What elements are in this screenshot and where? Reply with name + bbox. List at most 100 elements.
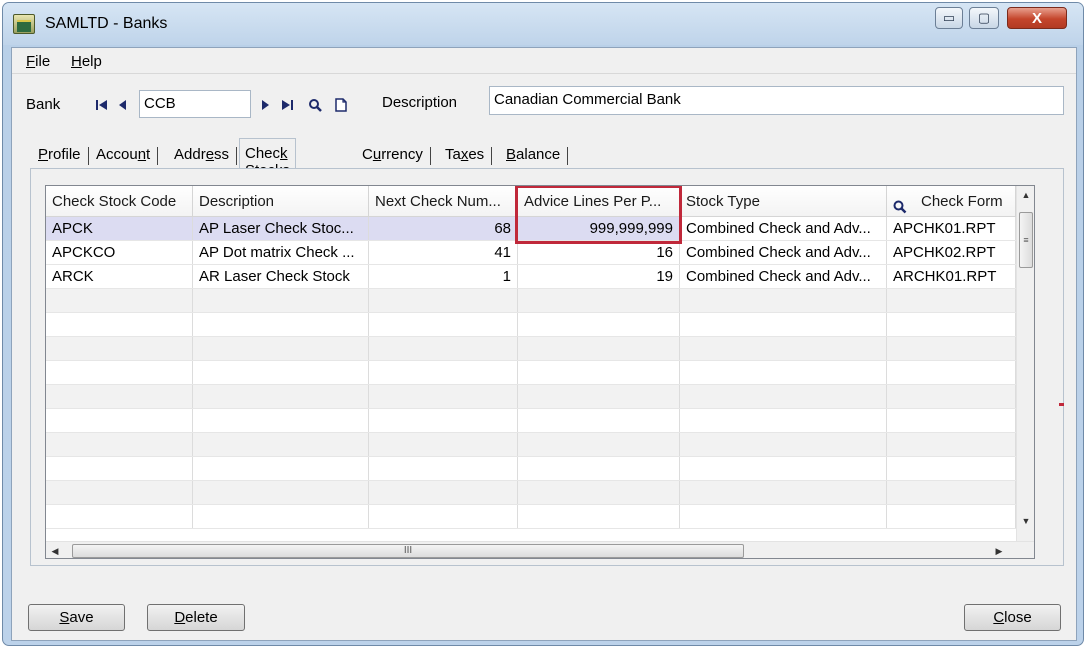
tab-account-post: t [146, 146, 151, 163]
cell-next-check-number[interactable]: 41 [369, 241, 518, 264]
table-row[interactable]: APCKCO AP Dot matrix Check ... 41 16 Com… [46, 241, 1016, 265]
save-accel: S [59, 609, 70, 626]
cell-stock-type[interactable]: Combined Check and Adv... [680, 217, 887, 240]
tab-currency[interactable]: Currency [356, 142, 431, 168]
column-header-next-check-number[interactable]: Next Check Num... [369, 186, 518, 216]
tab-address-accel: e [205, 146, 215, 163]
menu-file-accel: F [26, 53, 36, 70]
empty-row[interactable] [46, 505, 1016, 529]
cell-code[interactable]: APCK [46, 217, 193, 240]
scroll-left-icon[interactable]: ◀ [46, 542, 64, 558]
cell-stock-type[interactable]: Combined Check and Adv... [680, 241, 887, 264]
empty-row[interactable] [46, 361, 1016, 385]
tab-taxes-post: es [468, 146, 485, 163]
scroll-right-icon[interactable]: ▶ [990, 542, 1008, 558]
banks-window: SAMLTD - Banks ▭ ▢ X File Help Bank CCB … [2, 2, 1084, 646]
close-window-button[interactable]: X [1007, 7, 1067, 29]
tab-account[interactable]: Account [90, 142, 159, 168]
tab-profile[interactable]: Profile [32, 142, 89, 168]
empty-row[interactable] [46, 289, 1016, 313]
cell-check-form[interactable]: APCHK01.RPT [887, 217, 1016, 240]
cell-check-form[interactable]: APCHK02.RPT [887, 241, 1016, 264]
cell-code[interactable]: APCKCO [46, 241, 193, 264]
delete-label: elete [185, 609, 218, 626]
previous-record-icon[interactable] [116, 98, 130, 112]
tab-check-stocks[interactable]: Check Stocks [239, 138, 297, 179]
cell-next-check-number[interactable]: 1 [369, 265, 518, 288]
bank-code-field[interactable]: CCB [139, 90, 251, 118]
cell-description[interactable]: AP Laser Check Stoc... [193, 217, 369, 240]
search-icon[interactable] [308, 98, 322, 112]
column-header-stock-type[interactable]: Stock Type [680, 186, 887, 216]
tab-check-stocks-accel: k [280, 145, 288, 162]
tab-profile-post: rofile [48, 146, 81, 163]
scroll-up-icon[interactable]: ▲ [1017, 186, 1034, 204]
table-row[interactable]: APCK AP Laser Check Stoc... 68 999,999,9… [46, 217, 1016, 241]
close-icon: X [1031, 9, 1042, 27]
empty-row[interactable] [46, 337, 1016, 361]
horizontal-scrollbar[interactable]: ◀ III ▶ [46, 541, 1034, 558]
bank-label: Bank [26, 96, 61, 113]
check-stocks-panel: Check Stock Code Description Next Check … [30, 168, 1064, 566]
empty-row[interactable] [46, 457, 1016, 481]
client-area: File Help Bank CCB Description Canadian … [11, 47, 1077, 641]
empty-row[interactable] [46, 313, 1016, 337]
menu-help-label: elp [81, 53, 102, 70]
tab-balance[interactable]: Balance [500, 142, 569, 168]
column-search-icon[interactable] [893, 194, 907, 216]
grid-header: Check Stock Code Description Next Check … [46, 186, 1016, 217]
minimize-icon: ▭ [942, 10, 956, 25]
column-header-advice-lines[interactable]: Advice Lines Per P... [518, 186, 680, 216]
check-stocks-grid[interactable]: Check Stock Code Description Next Check … [45, 185, 1035, 559]
column-header-description[interactable]: Description [193, 186, 369, 216]
tab-taxes[interactable]: Taxes [439, 142, 493, 168]
description-label: Description [382, 94, 458, 111]
cell-advice-lines[interactable]: 19 [518, 265, 680, 288]
tab-currency-post: rrency [381, 146, 423, 163]
first-record-icon[interactable] [95, 98, 109, 112]
save-button[interactable]: Save [28, 604, 125, 631]
column-header-check-stock-code[interactable]: Check Stock Code [46, 186, 193, 216]
cell-advice-lines[interactable]: 999,999,999 [518, 217, 680, 240]
delete-accel: D [174, 609, 186, 626]
window-title: SAMLTD - Banks [45, 15, 168, 32]
horizontal-scroll-thumb[interactable]: III [72, 544, 744, 558]
vertical-scroll-thumb[interactable]: ≡ [1019, 212, 1033, 268]
tab-address-post: ss [214, 146, 230, 163]
delete-button[interactable]: Delete [147, 604, 245, 631]
cell-advice-lines[interactable]: 16 [518, 241, 680, 264]
table-row[interactable]: ARCK AR Laser Check Stock 1 19 Combined … [46, 265, 1016, 289]
tab-address-pre: Addr [174, 146, 206, 163]
tab-account-pre: Accou [96, 146, 138, 163]
cell-stock-type[interactable]: Combined Check and Adv... [680, 265, 887, 288]
tab-address[interactable]: Address [168, 142, 238, 168]
cell-next-check-number[interactable]: 68 [369, 217, 518, 240]
save-label: ave [69, 609, 94, 626]
next-record-icon[interactable] [258, 98, 272, 112]
menu-file[interactable]: File [26, 53, 50, 70]
minimize-button[interactable]: ▭ [935, 7, 963, 29]
empty-row[interactable] [46, 409, 1016, 433]
maximize-icon: ▢ [977, 10, 991, 25]
bank-description-field[interactable]: Canadian Commercial Bank [489, 86, 1064, 115]
cell-check-form[interactable]: ARCHK01.RPT [887, 265, 1016, 288]
red-marker [1059, 403, 1064, 406]
empty-row[interactable] [46, 481, 1016, 505]
tab-balance-post: alance [516, 146, 561, 163]
menu-help[interactable]: Help [71, 53, 102, 70]
cell-description[interactable]: AP Dot matrix Check ... [193, 241, 369, 264]
cell-code[interactable]: ARCK [46, 265, 193, 288]
vertical-scrollbar[interactable]: ▲ ≡ ▼ [1016, 186, 1034, 542]
last-record-icon[interactable] [280, 98, 294, 112]
cell-description[interactable]: AR Laser Check Stock [193, 265, 369, 288]
grid-body: APCK AP Laser Check Stoc... 68 999,999,9… [46, 217, 1016, 541]
scroll-down-icon[interactable]: ▼ [1017, 512, 1034, 530]
empty-row[interactable] [46, 385, 1016, 409]
title-bar[interactable]: SAMLTD - Banks ▭ ▢ X [3, 3, 1083, 45]
close-button[interactable]: Close [964, 604, 1061, 631]
app-icon [13, 14, 35, 34]
maximize-button[interactable]: ▢ [969, 7, 999, 29]
empty-row[interactable] [46, 433, 1016, 457]
column-header-check-form[interactable]: Check Form [887, 186, 1016, 216]
new-document-icon[interactable] [334, 98, 348, 112]
